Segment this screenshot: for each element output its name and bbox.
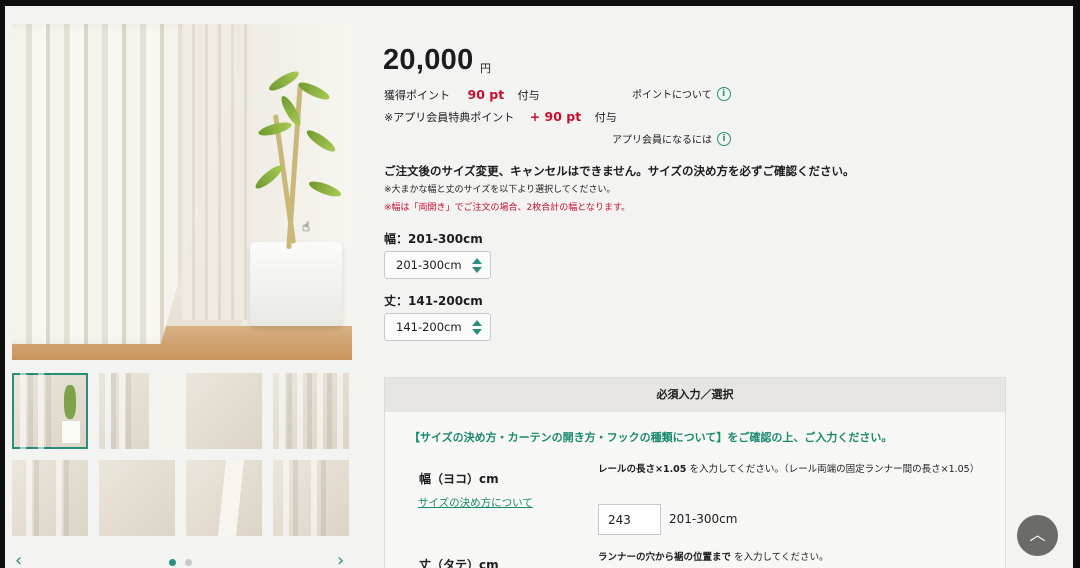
price-unit: 円 [480, 62, 491, 75]
double-open-note: ※幅は「両開き」でご注文の場合、2枚合計の幅となります。 [384, 203, 631, 213]
app-points-value: + 90 pt [529, 109, 582, 124]
thumbnail-5[interactable] [12, 460, 88, 536]
app-member-link[interactable]: アプリ会員になるには i [612, 131, 731, 146]
thumbnail-7[interactable] [186, 460, 262, 536]
main-product-image[interactable]: ☝ [12, 24, 352, 360]
chevron-right-icon[interactable]: › [337, 550, 344, 568]
info-icon[interactable]: i [716, 86, 731, 101]
price: 20,000 [383, 44, 474, 76]
chevron-up-icon[interactable]: ︿ [1029, 525, 1045, 544]
length-row-label: 丈（タテ）cm [419, 558, 499, 568]
page-dot-1[interactable] [169, 559, 176, 566]
scroll-to-top-button[interactable]: ︿ [1017, 515, 1058, 556]
size-howto-link[interactable]: サイズの決め方について [418, 495, 533, 510]
width-select[interactable]: 201-300cm [384, 251, 491, 279]
width-instruction: レールの長さ×1.05 を入力してください。（レール両端の固定ランナー間の長さ×… [598, 464, 980, 475]
page-dot-2[interactable] [185, 559, 192, 566]
width-input[interactable]: 243 [598, 504, 661, 535]
stepper-icon[interactable] [472, 258, 482, 273]
thumbnail-2[interactable] [99, 373, 175, 449]
stepper-icon[interactable] [472, 320, 482, 335]
width-label: 幅：201-300cm [384, 232, 483, 246]
width-range: 201-300cm [669, 512, 738, 526]
required-input-panel: 必須入力／選択 【サイズの決め方・カーテンの開き方・フックの種類について】をご確… [384, 377, 1006, 568]
app-member-points: ※アプリ会員特典ポイント + 90 pt 付与 [384, 109, 617, 124]
cursor-icon: ☝ [302, 220, 310, 235]
product-page: ☝ ‹ › 20,000 円 獲得ポイント 90 pt 付与 ポイントについて … [5, 6, 1073, 568]
thumbnail-6[interactable] [99, 460, 175, 536]
earned-points: 獲得ポイント 90 pt 付与 [384, 87, 540, 102]
length-instruction: ランナーの穴から裾の位置まで を入力してください。 [598, 552, 829, 563]
plant-pot [250, 242, 342, 326]
thumbnail-8[interactable] [273, 460, 349, 536]
thumbnail-1[interactable] [12, 373, 88, 449]
info-icon[interactable]: i [717, 131, 731, 146]
points-info-link[interactable]: ポイントについて i [632, 86, 731, 101]
chevron-left-icon[interactable]: ‹ [15, 550, 22, 568]
thumbnail-3[interactable] [186, 373, 262, 449]
width-row-label: 幅（ヨコ）cm [419, 472, 499, 486]
size-select-note: ※大まかな幅と丈のサイズを以下より選択してください。 [384, 185, 616, 195]
order-notice: ご注文後のサイズ変更、キャンセルはできません。サイズの決め方を必ずご確認ください… [384, 164, 855, 178]
panel-header: 必須入力／選択 [385, 378, 1005, 412]
thumbnail-4[interactable] [273, 373, 349, 449]
length-label: 丈：141-200cm [384, 294, 483, 308]
points-value: 90 pt [467, 87, 505, 102]
length-select[interactable]: 141-200cm [384, 313, 491, 341]
size-guide-link[interactable]: 【サイズの決め方・カーテンの開き方・フックの種類について】をご確認の上、ご入力く… [409, 429, 892, 445]
